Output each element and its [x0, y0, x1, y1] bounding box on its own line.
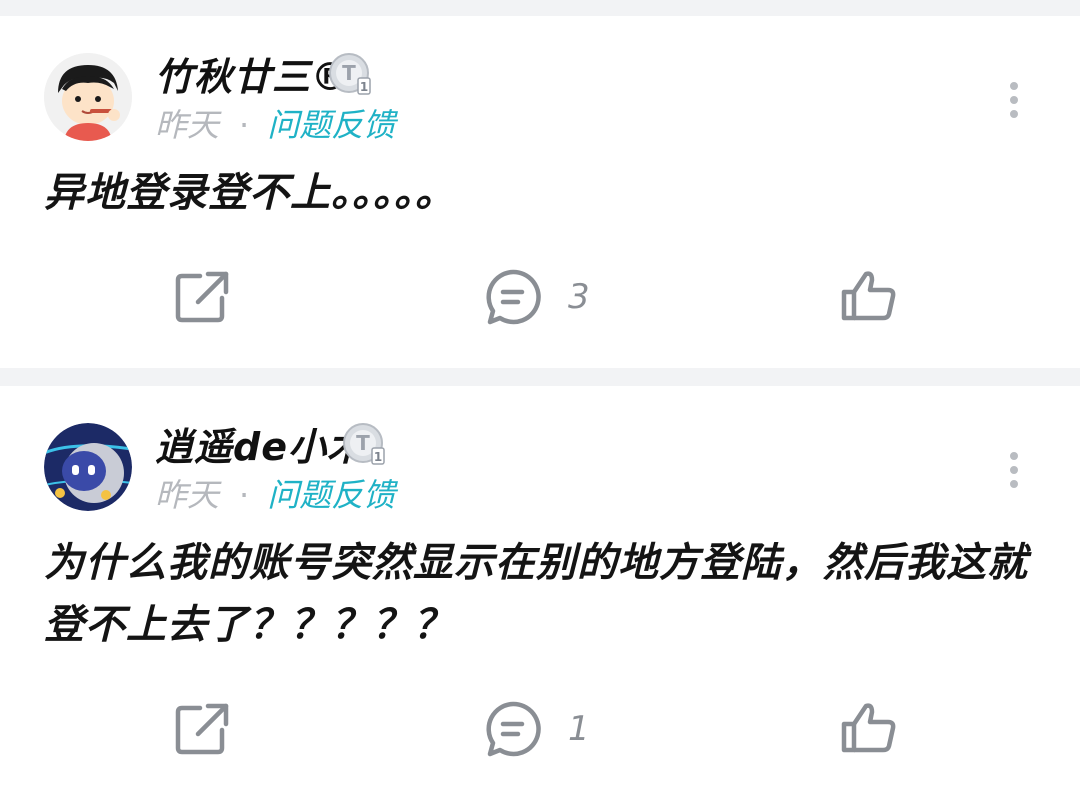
share-button[interactable]: [170, 266, 232, 328]
meta-separator: ·: [239, 106, 250, 144]
category-link[interactable]: 问题反馈: [267, 476, 395, 514]
svg-text:1: 1: [360, 80, 368, 94]
username[interactable]: 竹秋廿三®: [155, 46, 350, 101]
tier-badge-icon: T 1: [342, 422, 388, 468]
avatar[interactable]: [44, 423, 132, 511]
like-button[interactable]: [838, 698, 900, 760]
category-link[interactable]: 问题反馈: [267, 106, 395, 144]
share-icon: [175, 703, 229, 755]
comment-icon: [486, 701, 541, 757]
comment-icon: [486, 269, 541, 325]
share-button[interactable]: [170, 698, 232, 760]
more-icon[interactable]: [1008, 82, 1020, 118]
post-meta: 昨天 · 问题反馈: [155, 100, 395, 146]
post-time: 昨天: [155, 106, 220, 144]
like-icon: [841, 271, 896, 321]
post-meta: 昨天 · 问题反馈: [155, 470, 395, 516]
post-content[interactable]: 为什么我的账号突然显示在别的地方登陆，然后我这就登不上去了？？？？？: [44, 532, 1044, 656]
post-content[interactable]: 异地登录登不上。。。。。: [44, 162, 1044, 224]
comment-count: 3: [568, 277, 590, 317]
share-icon: [175, 271, 229, 323]
svg-text:1: 1: [374, 450, 382, 464]
post-card[interactable]: 逍遥de小木 T 1 昨天 · 问题反馈 为什么我的账号突然显示在别的地方登陆，然后…: [0, 386, 1080, 802]
like-icon: [841, 703, 896, 753]
like-button[interactable]: [838, 266, 900, 328]
tier-badge-icon: T 1: [328, 52, 374, 98]
svg-text:T: T: [342, 61, 356, 85]
meta-separator: ·: [239, 476, 250, 514]
username[interactable]: 逍遥de小木: [155, 416, 366, 471]
post-time: 昨天: [155, 476, 220, 514]
avatar[interactable]: [44, 53, 132, 141]
svg-text:T: T: [356, 431, 370, 455]
post-card[interactable]: 竹秋廿三® T 1 昨天 · 问题反馈 异地登录登不上。。。。。 3: [0, 16, 1080, 368]
comment-count: 1: [568, 709, 590, 749]
more-icon[interactable]: [1008, 452, 1020, 488]
comment-button[interactable]: 1: [482, 698, 590, 760]
comment-button[interactable]: 3: [482, 266, 590, 328]
